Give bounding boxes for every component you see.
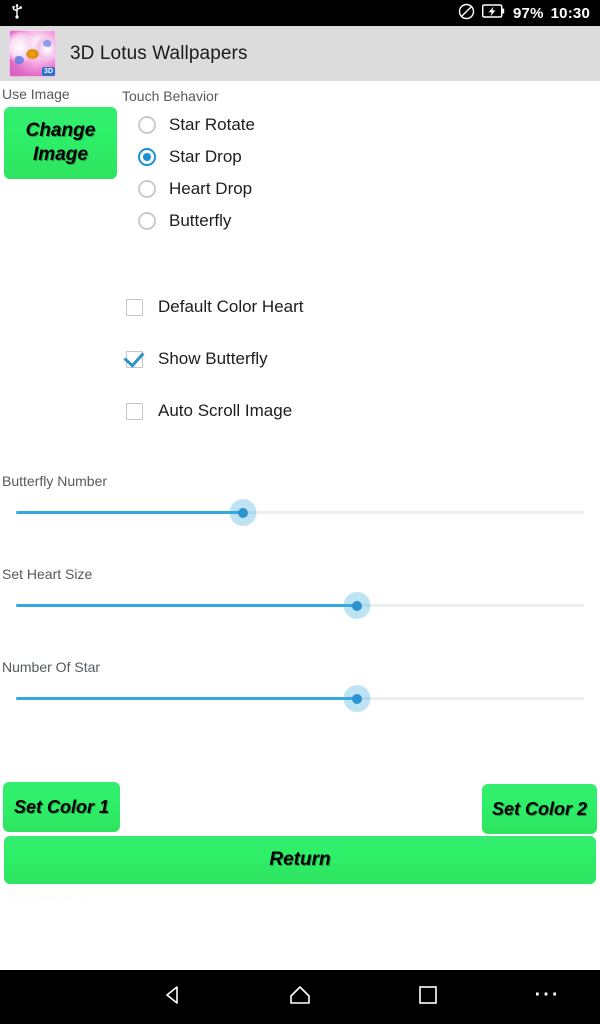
lotus-app-icon: 3D bbox=[9, 30, 56, 77]
touch-behavior-radio-group: Star Rotate Star Drop Heart Drop Butterf… bbox=[138, 109, 255, 237]
touch-behavior-label: Touch Behavior bbox=[122, 88, 219, 104]
checkbox-label: Default Color Heart bbox=[158, 297, 304, 316]
change-image-line1: Change bbox=[25, 120, 96, 141]
status-bar-right: 97% 10:30 bbox=[458, 3, 600, 24]
battery-charging-icon bbox=[481, 4, 506, 22]
set-color-1-button[interactable]: Set Color 1 bbox=[3, 782, 120, 832]
battery-percent: 97% bbox=[513, 4, 544, 22]
slider-fill bbox=[16, 604, 357, 607]
slider-fill bbox=[16, 697, 357, 700]
checkbox-label: Show Butterfly bbox=[158, 349, 268, 368]
butterfly-icon-b bbox=[43, 40, 51, 47]
radio-option-heart-drop[interactable]: Heart Drop bbox=[138, 173, 255, 205]
use-image-label: Use Image bbox=[2, 86, 70, 102]
back-button[interactable] bbox=[128, 970, 218, 1024]
status-bar-left bbox=[0, 3, 24, 24]
radio-option-star-rotate[interactable]: Star Rotate bbox=[138, 109, 255, 141]
recents-button[interactable] bbox=[383, 970, 473, 1024]
checkbox-default-color-heart[interactable]: Default Color Heart bbox=[126, 281, 304, 333]
slider-label: Set Heart Size bbox=[2, 566, 93, 582]
app-title: 3D Lotus Wallpapers bbox=[70, 42, 248, 64]
phone-screen: 97% 10:30 3D 3D Lotus Wallpapers Use Ima… bbox=[0, 0, 600, 1024]
status-bar: 97% 10:30 bbox=[0, 0, 600, 26]
radio-option-star-drop[interactable]: Star Drop bbox=[138, 141, 255, 173]
checkbox-icon[interactable] bbox=[126, 298, 143, 316]
slider-thumb[interactable] bbox=[238, 507, 249, 518]
home-button[interactable] bbox=[255, 970, 345, 1024]
slider-thumb[interactable] bbox=[351, 693, 362, 704]
change-image-line2: Image bbox=[33, 144, 88, 165]
app-bar: 3D 3D Lotus Wallpapers bbox=[0, 26, 600, 81]
do-not-disturb-icon bbox=[458, 3, 475, 24]
clock: 10:30 bbox=[550, 4, 590, 22]
android-navigation-bar: ⋯ bbox=[0, 970, 600, 1024]
radio-icon[interactable] bbox=[138, 212, 156, 230]
radio-label: Star Drop bbox=[169, 147, 242, 166]
butterfly-icon-a bbox=[15, 56, 24, 64]
checkbox-group: Default Color Heart Show Butterfly Auto … bbox=[126, 281, 304, 437]
lotus-center bbox=[26, 49, 39, 59]
radio-icon[interactable] bbox=[138, 180, 156, 198]
checkbox-icon[interactable] bbox=[126, 402, 143, 420]
radio-icon-selected[interactable] bbox=[138, 148, 156, 166]
slider-fill bbox=[16, 511, 244, 514]
radio-icon[interactable] bbox=[138, 116, 156, 134]
checkbox-auto-scroll-image[interactable]: Auto Scroll Image bbox=[126, 385, 304, 437]
more-options-button[interactable]: ⋯ bbox=[502, 970, 592, 1024]
back-icon bbox=[162, 984, 184, 1011]
slider-track[interactable] bbox=[16, 685, 584, 712]
recents-icon bbox=[418, 985, 438, 1010]
checkbox-show-butterfly[interactable]: Show Butterfly bbox=[126, 333, 304, 385]
checkbox-label: Auto Scroll Image bbox=[158, 401, 293, 420]
app-icon-badge: 3D bbox=[42, 67, 55, 76]
radio-option-butterfly[interactable]: Butterfly bbox=[138, 205, 255, 237]
slider-thumb[interactable] bbox=[351, 600, 362, 611]
slider-label: Number Of Star bbox=[2, 659, 101, 675]
radio-label: Star Rotate bbox=[169, 115, 255, 134]
render-artifact: Set Color 1 bbox=[4, 887, 114, 913]
settings-content: Use Image Touch Behavior Change Image St… bbox=[0, 81, 600, 970]
radio-label: Heart Drop bbox=[169, 179, 253, 198]
set-color-2-button[interactable]: Set Color 2 bbox=[482, 784, 597, 834]
slider-track[interactable] bbox=[16, 499, 584, 526]
slider-label: Butterfly Number bbox=[2, 473, 108, 489]
usb-icon bbox=[10, 3, 24, 24]
slider-track[interactable] bbox=[16, 592, 584, 619]
checkbox-icon-checked[interactable] bbox=[126, 350, 143, 368]
home-icon bbox=[288, 984, 312, 1011]
radio-label: Butterfly bbox=[169, 211, 232, 230]
change-image-button[interactable]: Change Image bbox=[4, 107, 117, 179]
return-button[interactable]: Return bbox=[4, 836, 596, 884]
